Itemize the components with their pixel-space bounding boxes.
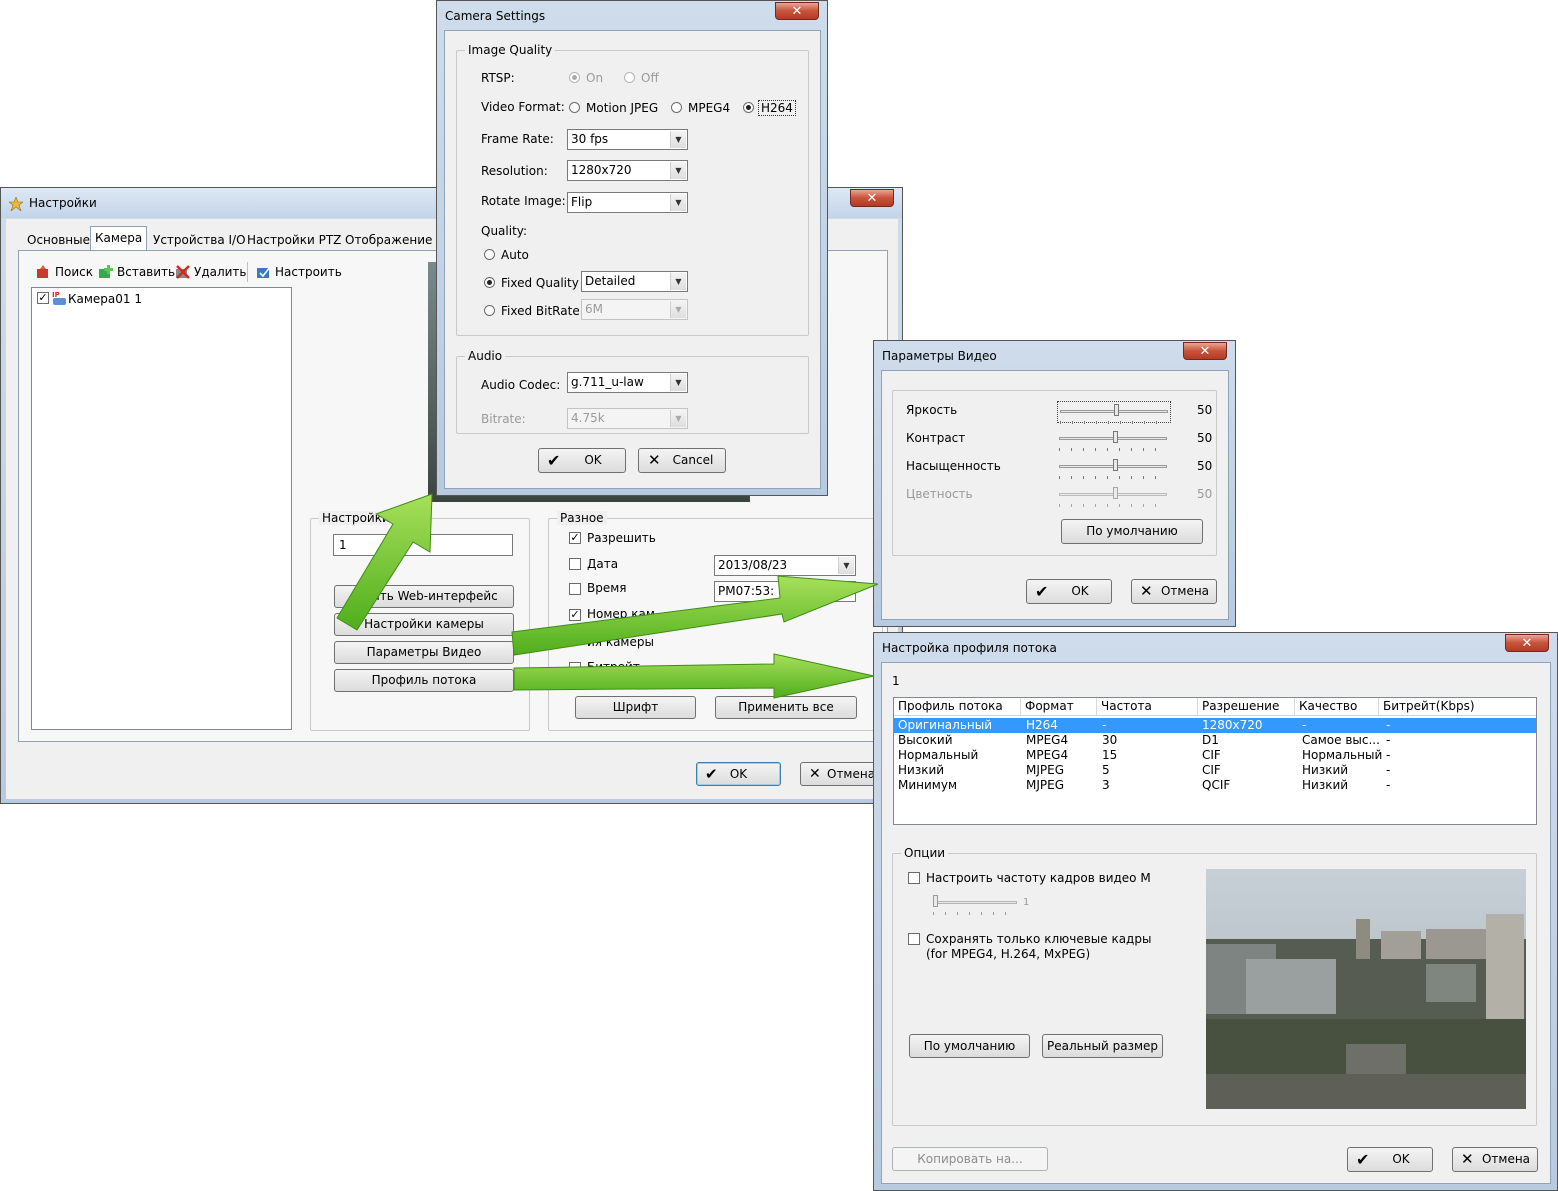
arrow-to-video-params <box>511 575 879 656</box>
arrow-to-stream-profile <box>513 653 875 699</box>
desktop: { "settings_window": { "title": "Настрой… <box>0 0 1558 1191</box>
annotation-arrows <box>336 493 879 699</box>
arrow-to-camera-settings <box>336 493 433 631</box>
